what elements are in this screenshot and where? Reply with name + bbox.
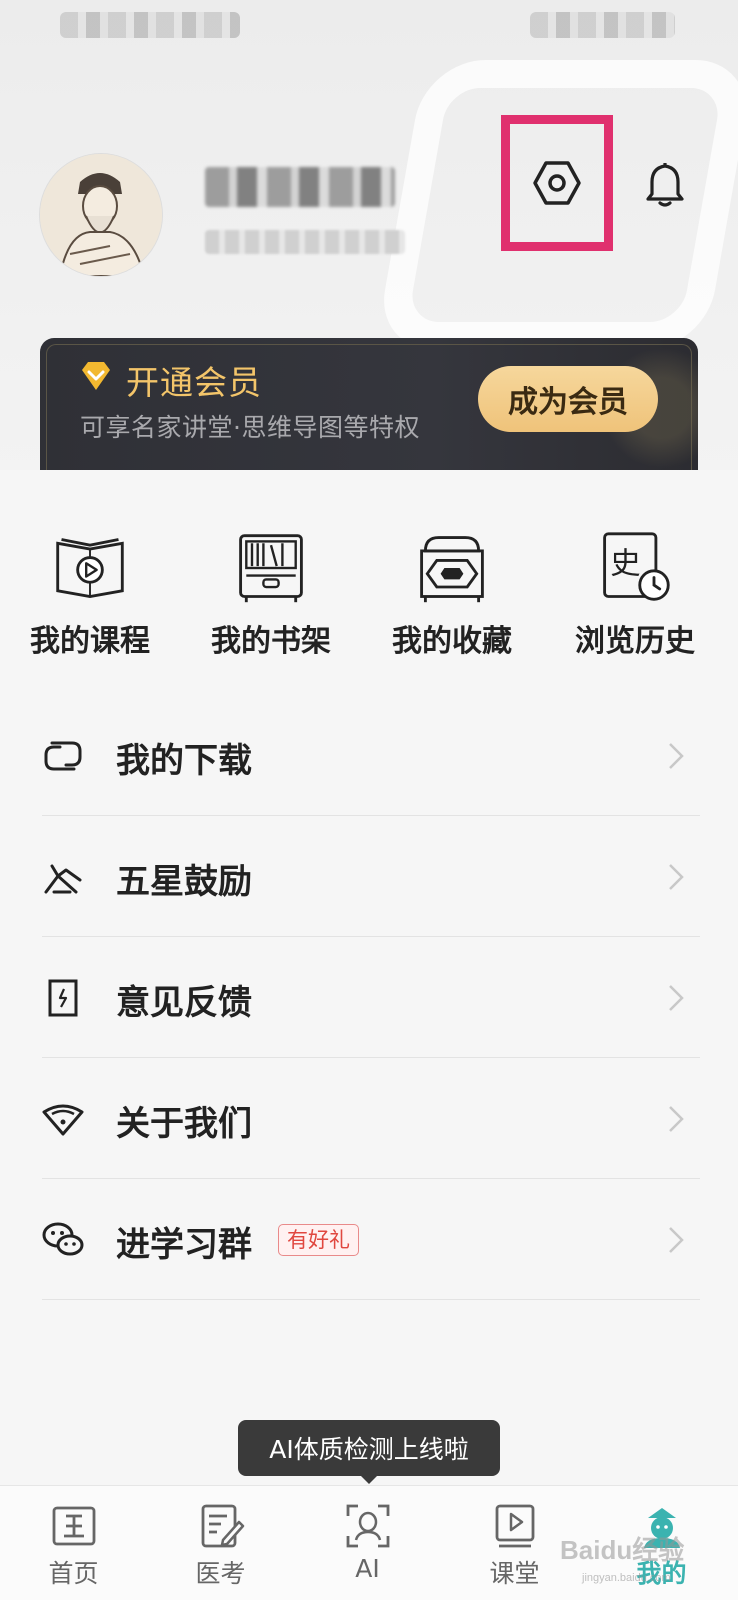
tab-label: AI (355, 1554, 380, 1583)
quick-links: 我的课程 我的书架 我的收藏 史 浏览历史 (0, 530, 738, 670)
tab-ai[interactable]: AI (294, 1486, 441, 1600)
book-play-icon (56, 538, 124, 598)
chevron-right-icon (669, 743, 684, 769)
quick-link-label: 我的课程 (30, 624, 150, 659)
quick-link-browse-history[interactable]: 史 浏览历史 (550, 530, 720, 660)
tab-label: 首页 (48, 1559, 99, 1588)
become-member-button[interactable]: 成为会员 (478, 366, 658, 432)
menu-item-five-star[interactable]: 五星鼓励 (42, 816, 700, 937)
tab-exam[interactable]: 医考 (147, 1486, 294, 1600)
gift-badge: 有好礼 (278, 1224, 359, 1256)
avatar[interactable] (40, 154, 162, 276)
home-icon (52, 1506, 95, 1546)
menu-item-label: 我的下载 (116, 741, 252, 781)
svg-text:史: 史 (610, 547, 640, 582)
wechat-icon (42, 1222, 84, 1256)
treasure-box-icon (420, 536, 484, 603)
exam-icon (201, 1504, 244, 1548)
chevron-right-icon (669, 1106, 684, 1132)
menu-item-label: 意见反馈 (116, 983, 252, 1023)
menu-item-label: 五星鼓励 (116, 862, 252, 902)
menu-item-join-study-group[interactable]: 进学习群 有好礼 (42, 1179, 700, 1300)
tab-label: 医考 (195, 1559, 246, 1588)
main-panel: 我的课程 我的书架 我的收藏 史 浏览历史 我的下载 五星鼓励 意见反馈 关于我… (0, 470, 738, 1485)
five-star-icon (44, 864, 82, 894)
diamond-icon (82, 362, 110, 390)
fan-icon (42, 1104, 84, 1136)
tab-label: 课堂 (489, 1559, 540, 1588)
bell-icon (646, 163, 684, 207)
history-book-clock-icon: 史 (603, 532, 670, 601)
tooltip-arrow (359, 1474, 379, 1484)
download-icon (44, 741, 82, 771)
chevron-right-icon (669, 985, 684, 1011)
vip-subtitle: 可享名家讲堂·思维导图等特权 (80, 413, 420, 442)
watermark: Baidu经验 (560, 1535, 685, 1565)
status-bar-right-blurred (530, 12, 675, 38)
feedback-icon (48, 979, 78, 1017)
menu-item-feedback[interactable]: 意见反馈 (42, 937, 700, 1058)
chevron-right-icon (669, 864, 684, 890)
profile-header: 开通会员 可享名家讲堂·思维导图等特权 成为会员 (0, 0, 738, 480)
menu-list: 我的下载 五星鼓励 意见反馈 关于我们 进学习群 有好礼 (42, 695, 700, 1300)
status-bar-left-blurred (60, 12, 240, 38)
quick-link-my-courses[interactable]: 我的课程 (5, 530, 175, 660)
ai-tooltip[interactable]: AI体质检测上线啦 (238, 1420, 500, 1476)
user-id-blurred (205, 230, 405, 254)
quick-link-my-bookshelf[interactable]: 我的书架 (186, 530, 356, 660)
settings-highlight-box (501, 115, 613, 251)
menu-item-label: 进学习群 (116, 1225, 252, 1265)
chevron-right-icon (669, 1227, 684, 1253)
classroom-icon (495, 1504, 534, 1548)
menu-item-about-us[interactable]: 关于我们 (42, 1058, 700, 1179)
quick-link-label: 我的书架 (211, 624, 331, 659)
username-blurred (205, 167, 395, 207)
vip-card[interactable]: 开通会员 可享名家讲堂·思维导图等特权 成为会员 (40, 338, 698, 478)
ai-scan-icon (346, 1504, 389, 1548)
quick-link-label: 浏览历史 (575, 624, 695, 659)
menu-item-my-downloads[interactable]: 我的下载 (42, 695, 700, 816)
menu-item-label: 关于我们 (116, 1104, 252, 1144)
quick-link-label: 我的收藏 (392, 624, 512, 659)
bookshelf-icon (239, 534, 303, 603)
watermark-url: jingyan.baidu.com (582, 1572, 671, 1584)
quick-link-my-favorites[interactable]: 我的收藏 (367, 530, 537, 660)
tab-home[interactable]: 首页 (0, 1486, 147, 1600)
notifications-button[interactable] (640, 160, 690, 210)
vip-title: 开通会员 (126, 363, 262, 402)
